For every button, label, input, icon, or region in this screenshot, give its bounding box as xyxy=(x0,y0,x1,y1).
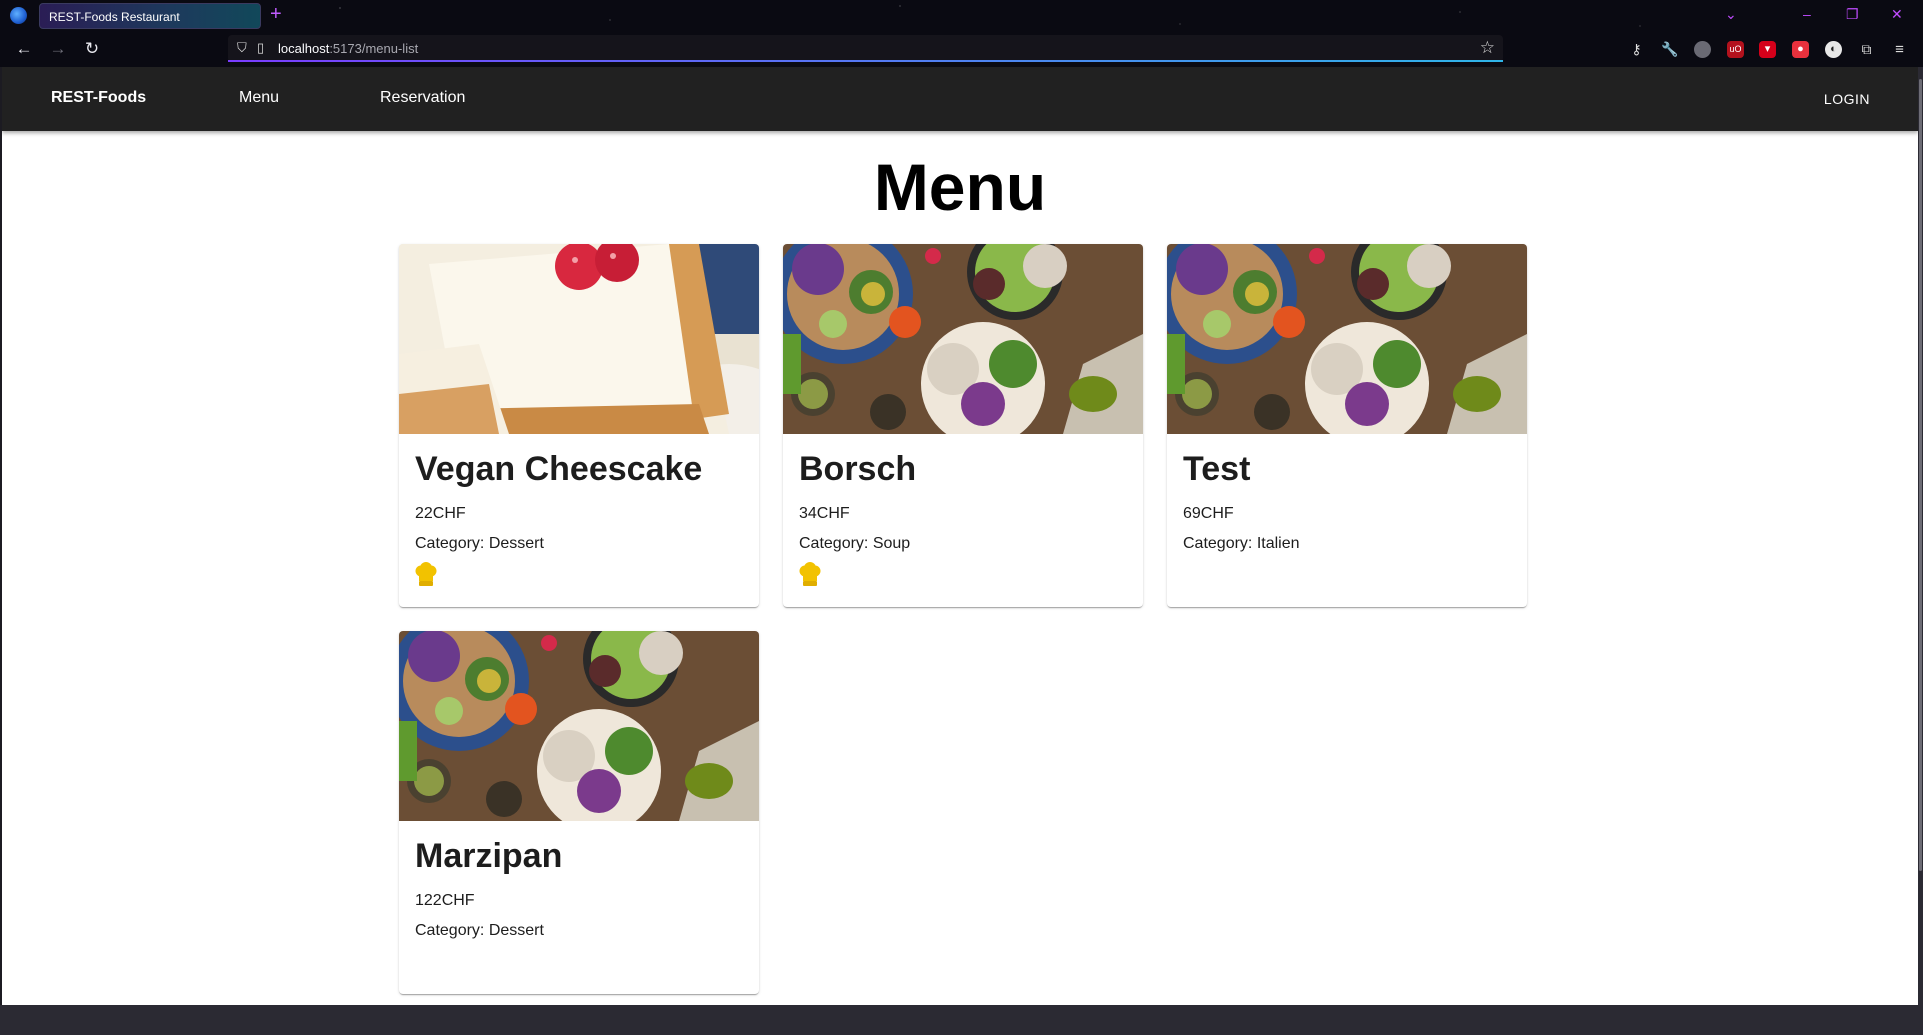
browser-tab-active[interactable]: REST-Foods Restaurant xyxy=(39,3,261,29)
menu-item-price: 34CHF xyxy=(799,505,850,522)
scrollbar-thumb[interactable] xyxy=(1919,79,1922,871)
reload-icon[interactable]: ↻ xyxy=(80,37,104,61)
url-host: localhost xyxy=(278,41,330,56)
extension-red-pin-icon[interactable]: ▾ xyxy=(1759,41,1776,58)
salad-bowls-image xyxy=(399,631,759,821)
firefox-logo-icon xyxy=(10,7,27,24)
menu-item-name: Borsch xyxy=(799,450,917,488)
restore-window-icon[interactable]: ❐ xyxy=(1846,6,1859,23)
menu-item-price: 122CHF xyxy=(415,892,475,909)
menu-item-name: Marzipan xyxy=(415,837,563,875)
extension-account-icon[interactable]: ◐ xyxy=(1825,41,1842,58)
window-bottom-edge xyxy=(0,1005,1923,1035)
page-info-icon[interactable]: ▯ xyxy=(257,40,264,56)
brand-logo-text[interactable]: REST-Foods xyxy=(51,89,146,107)
menu-item-category: Category: Dessert xyxy=(415,535,544,552)
salad-bowls-image xyxy=(783,244,1143,434)
url-path: :5173/menu-list xyxy=(329,41,419,56)
page-viewport: REST-Foods Menu Reservation LOGIN Menu V… xyxy=(2,67,1918,1005)
tab-bar-background xyxy=(0,0,1923,32)
browser-tab-bar: REST-Foods Restaurant + ⌄ – ❐ ✕ xyxy=(0,0,1923,32)
chef-hat-icon xyxy=(799,562,821,586)
minimize-window-icon[interactable]: – xyxy=(1803,6,1811,22)
hamburger-menu-icon[interactable]: ≡ xyxy=(1891,41,1908,58)
chef-hat-icon xyxy=(415,562,437,586)
nav-reservation-link[interactable]: Reservation xyxy=(380,89,465,107)
menu-card[interactable]: Marzipan 122CHF Category: Dessert xyxy=(399,631,759,994)
password-key-icon[interactable]: ⚷ xyxy=(1628,41,1645,58)
nav-menu-link[interactable]: Menu xyxy=(239,89,279,107)
menu-item-category: Category: Soup xyxy=(799,535,911,552)
devtools-wrench-icon[interactable]: 🔧 xyxy=(1661,41,1678,58)
screenshot-camera-icon[interactable]: ● xyxy=(1792,41,1809,58)
address-bar[interactable]: ⛉ ▯ localhost:5173/menu-list ☆ xyxy=(228,35,1503,62)
menu-card[interactable]: Test 69CHF Category: Italien xyxy=(1167,244,1527,607)
app-header: REST-Foods Menu Reservation LOGIN xyxy=(2,67,1918,131)
cheesecake-image xyxy=(399,244,759,434)
menu-item-category: Category: Italien xyxy=(1183,535,1300,552)
menu-item-price: 69CHF xyxy=(1183,505,1234,522)
menu-item-category: Category: Dessert xyxy=(415,922,544,939)
login-button[interactable]: LOGIN xyxy=(1824,91,1870,107)
close-window-icon[interactable]: ✕ xyxy=(1891,6,1903,23)
menu-card[interactable]: Vegan Cheescake 22CHF Category: Dessert xyxy=(399,244,759,607)
menu-item-name: Vegan Cheescake xyxy=(415,450,703,488)
extension-globe-icon[interactable] xyxy=(1694,41,1711,58)
back-arrow-icon[interactable]: ← xyxy=(12,37,36,61)
extensions-puzzle-icon[interactable]: ⧉ xyxy=(1858,41,1875,58)
page-title: Menu xyxy=(873,150,1047,224)
forward-arrow-icon[interactable]: → xyxy=(46,37,70,61)
new-tab-plus-icon[interactable]: + xyxy=(270,4,282,24)
browser-toolbar: ← → ↻ ⛉ ▯ localhost:5173/menu-list ☆ ⚷ 🔧… xyxy=(0,32,1923,67)
list-all-tabs-chevron-icon[interactable]: ⌄ xyxy=(1725,6,1737,23)
tracking-shield-icon[interactable]: ⛉ xyxy=(237,40,247,56)
menu-item-name: Test xyxy=(1183,450,1251,488)
url-text[interactable]: localhost:5173/menu-list xyxy=(278,41,418,56)
bookmark-star-icon[interactable]: ☆ xyxy=(1480,38,1495,58)
ublock-origin-icon[interactable]: uO xyxy=(1727,41,1744,58)
menu-item-price: 22CHF xyxy=(415,505,466,522)
page-scrollbar[interactable] xyxy=(1918,67,1923,1005)
tab-title: REST-Foods Restaurant xyxy=(49,10,180,24)
menu-card[interactable]: Borsch 34CHF Category: Soup xyxy=(783,244,1143,607)
salad-bowls-image xyxy=(1167,244,1527,434)
